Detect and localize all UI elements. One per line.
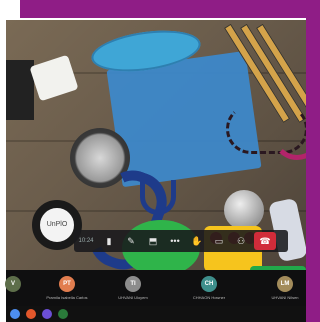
firefox-icon[interactable] — [26, 309, 36, 319]
participant-strip: V PT Pramila Isabella Carlos TI UHVANI U… — [5, 270, 306, 306]
white-tile — [29, 54, 79, 102]
participant-name: UHVANI Nilsen — [271, 295, 299, 300]
speaker-label: UnPlO — [46, 221, 68, 228]
participants-button[interactable]: ⚇ — [230, 230, 252, 252]
participant-tile[interactable]: CH CHHAON Howner — [180, 276, 238, 306]
chat-button[interactable]: ▭ — [208, 230, 230, 252]
silver-dome — [224, 190, 264, 230]
camera-icon: ▮ — [106, 235, 112, 246]
mic-off-icon: ✎ — [127, 235, 135, 246]
blue-clip — [140, 180, 176, 215]
participant-tile[interactable]: V — [0, 276, 42, 306]
share-screen-button[interactable]: ⬒ — [142, 230, 164, 252]
mute-button[interactable]: ✎ — [120, 230, 142, 252]
participant-tile[interactable]: PT Pramila Isabella Carlos — [38, 276, 96, 306]
call-timer: 10:24 — [78, 238, 94, 244]
discord-icon[interactable] — [42, 309, 52, 319]
participant-name: Pramila Isabella Carlos — [46, 295, 88, 300]
participant-name: CHHAON Howner — [192, 295, 226, 300]
avatar: LM — [277, 276, 293, 292]
participant-tile[interactable]: LM UHVANI Nilsen — [256, 276, 314, 306]
frame-top-bar — [20, 0, 320, 18]
more-button[interactable]: ••• — [164, 230, 186, 252]
end-call-button[interactable]: ☎ — [254, 232, 276, 250]
participant-name: UHVANI Uloyem — [118, 295, 148, 300]
call-toolbar: 10:24 ▮ ✎ ⬒ ••• ✋ ▭ ⚇ ☎ — [74, 230, 288, 252]
frame-right-bar — [306, 0, 320, 322]
avatar: CH — [201, 276, 217, 292]
chrome-icon[interactable] — [10, 309, 20, 319]
hang-up-icon: ☎ — [259, 235, 271, 246]
camera-button[interactable]: ▮ — [98, 230, 120, 252]
participants-icon: ⚇ — [236, 235, 246, 246]
avatar: V — [5, 276, 21, 292]
raise-hand-icon: ✋ — [191, 235, 203, 246]
share-screen-icon: ⬒ — [148, 235, 158, 246]
taskbar — [6, 306, 306, 322]
raise-hand-button[interactable]: ✋ — [186, 230, 208, 252]
app-icon[interactable] — [58, 309, 68, 319]
more-icon: ••• — [170, 236, 180, 246]
participant-tile[interactable]: TI UHVANI Uloyem — [104, 276, 162, 306]
avatar: PT — [59, 276, 75, 292]
avatar: TI — [125, 276, 141, 292]
chat-icon: ▭ — [214, 235, 224, 246]
pink-cable — [272, 90, 306, 160]
